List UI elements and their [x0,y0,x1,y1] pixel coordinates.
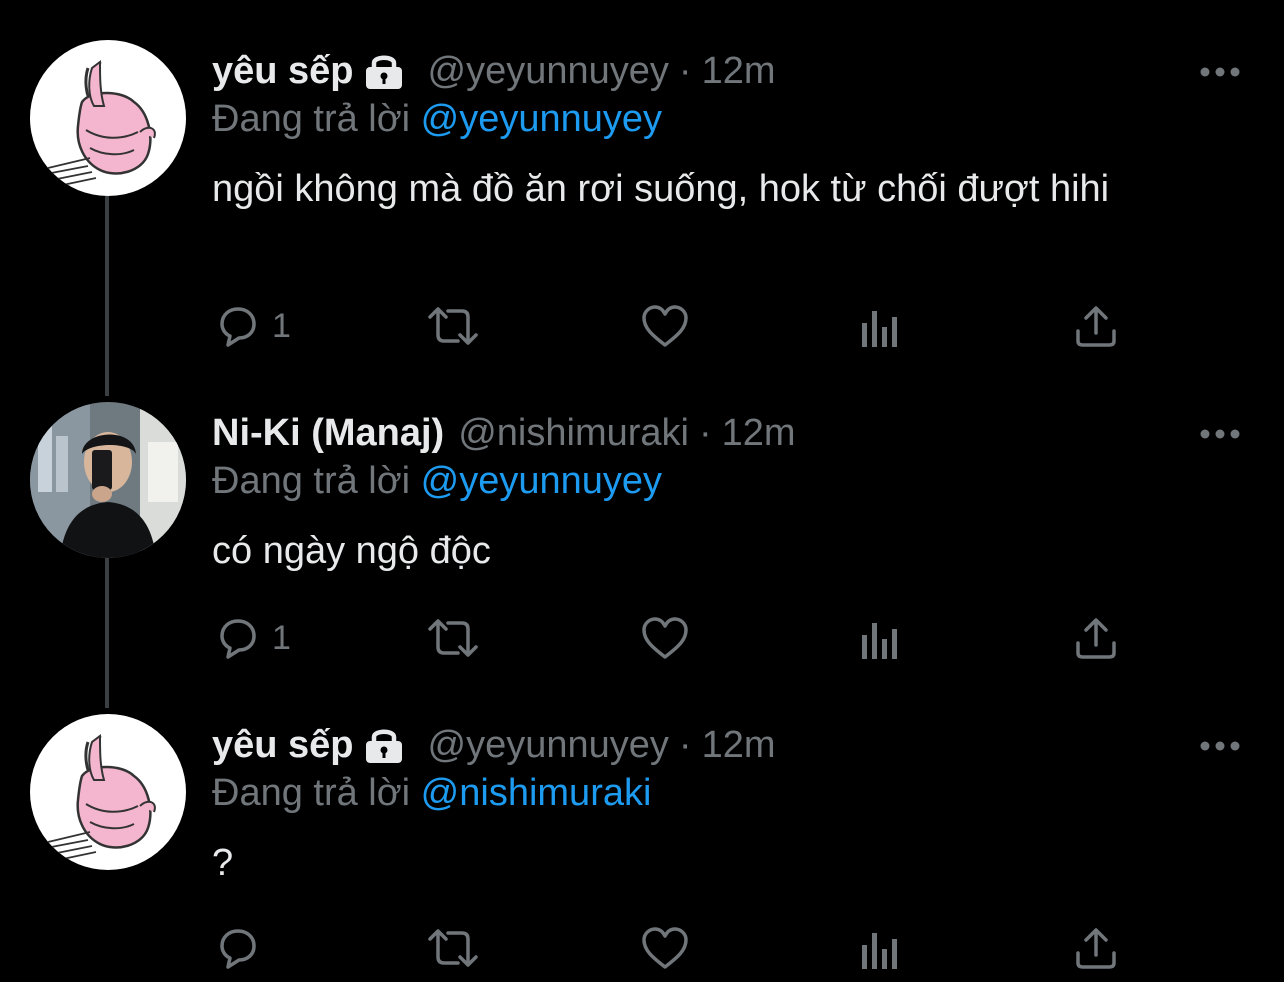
more-icon[interactable] [1198,736,1242,756]
retweet-icon [428,307,478,345]
like-button[interactable] [640,918,690,978]
user-handle[interactable]: @nishimuraki [458,412,689,455]
separator-dot: · [678,49,692,92]
reply-button[interactable]: 1 [214,296,291,356]
tweet-text: ngồi không mà đồ ăn rơi suống, hok từ ch… [212,168,1110,210]
reply-icon [220,929,256,969]
tweet[interactable]: yêu sếp @yeyunnuyey · 12m Đang trả lời @… [0,714,1284,982]
mention-link[interactable]: @nishimuraki [421,772,652,814]
action-bar [212,918,1212,978]
photo-avatar-icon [30,402,186,558]
analytics-icon [862,311,897,347]
analytics-button[interactable] [860,918,900,978]
like-button[interactable] [640,296,690,356]
action-bar: 1 [212,296,1212,356]
analytics-icon [862,933,897,969]
heart-icon [642,617,688,659]
reply-icon [220,619,256,659]
more-icon[interactable] [1198,424,1242,444]
avatar[interactable] [30,40,186,196]
share-button[interactable] [1074,296,1118,356]
lock-icon [365,729,402,763]
tweet[interactable]: Ni-Ki (Manaj) @nishimuraki · 12m Đang tr… [0,402,1284,702]
tweet[interactable]: yêu sếp @yeyunnuyey · 12m Đang trả lời @… [0,40,1284,360]
reply-button[interactable]: 1 [214,608,291,668]
tweet-header: yêu sếp @yeyunnuyey · 12m [212,722,776,768]
replying-to: Đang trả lời @yeyunnuyey [212,460,662,503]
retweet-button[interactable] [424,608,482,668]
separator-dot: · [678,723,692,766]
display-name[interactable]: yêu sếp [212,724,354,767]
mention-link[interactable]: @yeyunnuyey [421,460,662,502]
retweet-icon [428,929,478,967]
reply-icon [220,307,256,347]
reply-count: 1 [272,306,291,345]
reply-count: 1 [272,618,291,657]
display-name[interactable]: Ni-Ki (Manaj) [212,412,444,455]
reply-button[interactable] [214,918,272,978]
display-name[interactable]: yêu sếp [212,50,354,93]
avatar[interactable] [30,714,186,870]
avatar[interactable] [30,402,186,558]
lock-icon [365,55,402,89]
tweet-text: ? [212,842,234,884]
replying-to: Đang trả lời @yeyunnuyey [212,98,662,141]
replying-prefix: Đang trả lời [212,772,411,814]
heart-icon [642,305,688,347]
user-handle[interactable]: @yeyunnuyey [428,50,669,93]
bunny-avatar-icon [45,734,156,861]
tweet-header: yêu sếp @yeyunnuyey · 12m [212,48,776,94]
timestamp[interactable]: 12m [702,724,776,767]
share-icon [1076,618,1116,659]
share-button[interactable] [1074,608,1118,668]
share-icon [1076,306,1116,347]
replying-prefix: Đang trả lời [212,98,411,140]
heart-icon [642,927,688,969]
like-button[interactable] [640,608,690,668]
timestamp[interactable]: 12m [702,50,776,93]
share-button[interactable] [1074,918,1118,978]
analytics-icon [862,623,897,659]
retweet-button[interactable] [424,918,482,978]
tweet-text: có ngày ngộ độc [212,530,491,572]
bunny-avatar-icon [45,60,156,187]
user-handle[interactable]: @yeyunnuyey [428,724,669,767]
analytics-button[interactable] [860,296,900,356]
action-bar: 1 [212,608,1212,668]
mention-link[interactable]: @yeyunnuyey [421,98,662,140]
analytics-button[interactable] [860,608,900,668]
replying-to: Đang trả lời @nishimuraki [212,772,651,815]
timestamp[interactable]: 12m [722,412,796,455]
replying-prefix: Đang trả lời [212,460,411,502]
tweet-header: Ni-Ki (Manaj) @nishimuraki · 12m [212,410,796,456]
share-icon [1076,928,1116,969]
separator-dot: · [698,411,712,454]
retweet-icon [428,619,478,657]
retweet-button[interactable] [424,296,482,356]
more-icon[interactable] [1198,62,1242,82]
